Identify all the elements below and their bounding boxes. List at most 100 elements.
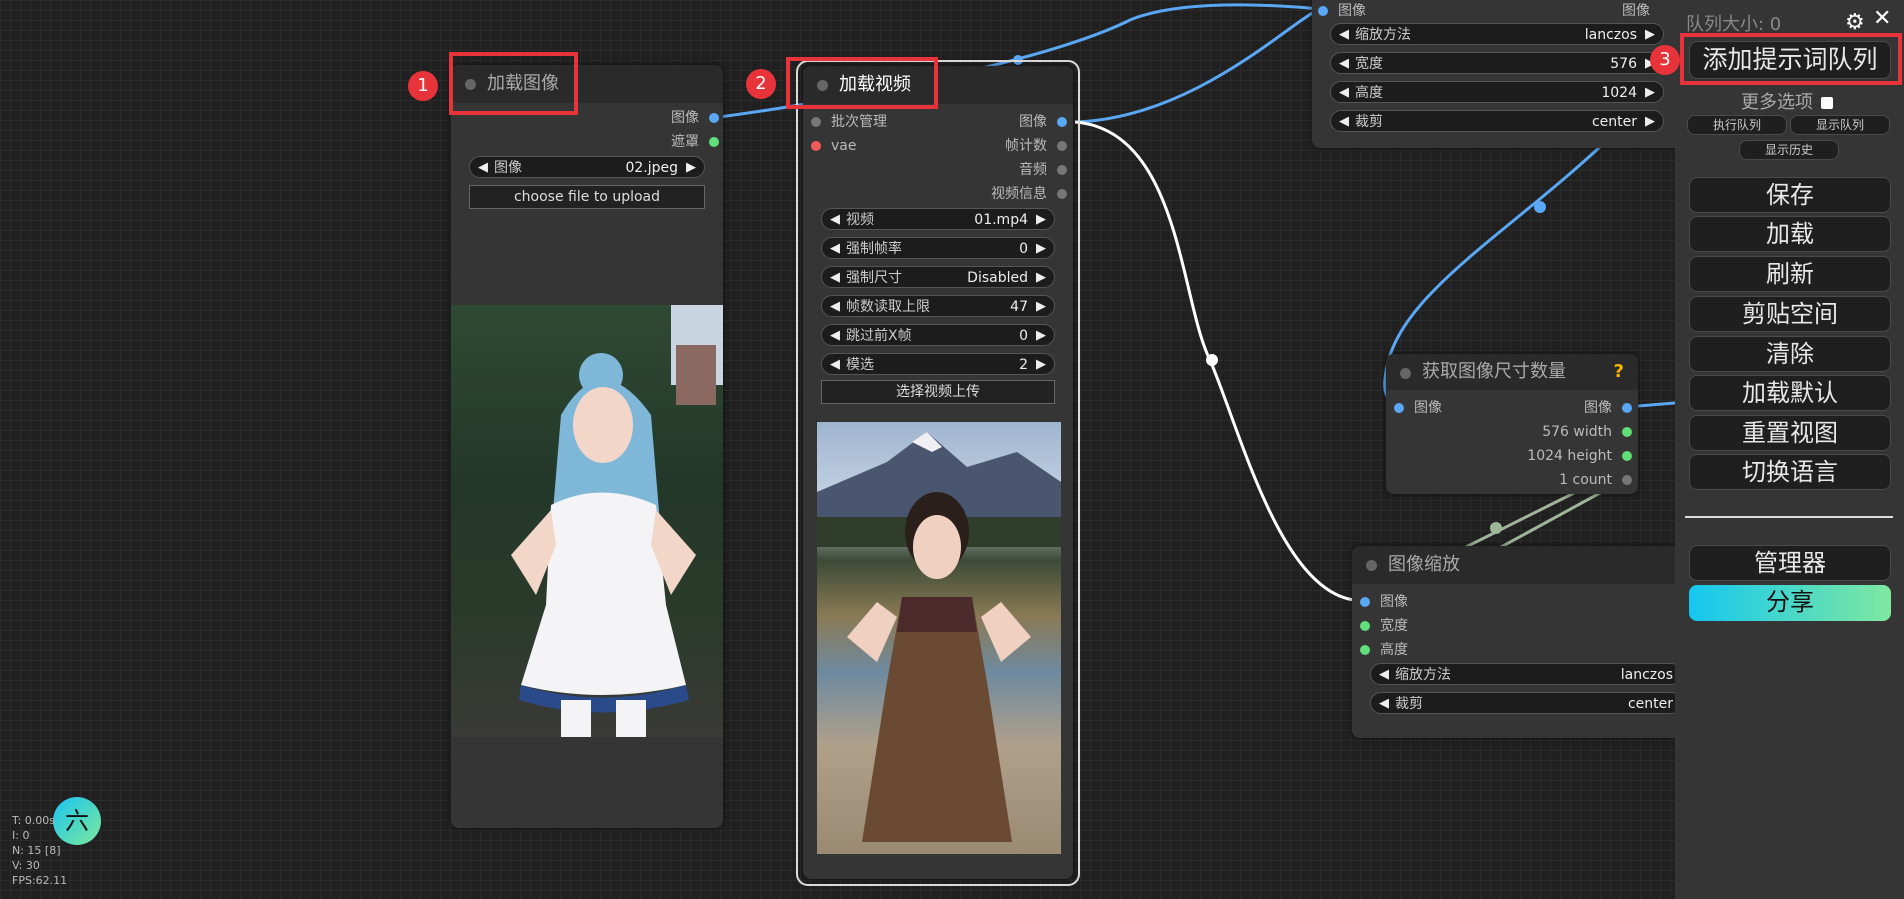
view-queue-button[interactable]: 显示队列: [1790, 115, 1890, 135]
logo-icon[interactable]: 六: [53, 797, 101, 845]
input-port-image[interactable]: 图像: [1394, 399, 1442, 417]
input-port-batch-manager[interactable]: 批次管理: [811, 113, 887, 131]
menu-divider: [1685, 516, 1893, 518]
image-scale-title[interactable]: 图像缩放: [1352, 546, 1682, 584]
output-port-video-info[interactable]: 视频信息: [991, 185, 1067, 203]
arrow-right-icon[interactable]: ▶: [1645, 24, 1655, 46]
stats-n: N: 15 [8]: [12, 844, 61, 857]
manager-button[interactable]: 管理器: [1689, 545, 1891, 581]
output-port-image[interactable]: 图像: [1019, 113, 1067, 131]
mountain-portrait-illustration: [817, 432, 1061, 842]
stats-fps: FPS:62.11: [12, 874, 68, 887]
close-icon[interactable]: ✕: [1873, 6, 1891, 31]
upload-image-button[interactable]: choose file to upload: [469, 185, 705, 209]
clear-button[interactable]: 清除: [1689, 336, 1891, 372]
upload-video-button[interactable]: 选择视频上传: [821, 380, 1055, 404]
load-image-node[interactable]: 加载图像 图像 遮罩 ◀ 图像 02.jpeg ▶ choose file to…: [451, 65, 723, 828]
get-image-size-node[interactable]: 获取图像尺寸数量 ? 图像 图像 576 width 1024 height 1…: [1386, 354, 1638, 494]
arrow-left-icon[interactable]: ◀: [1339, 53, 1349, 75]
select-nth-widget[interactable]: ◀ 模选 2 ▶: [821, 353, 1055, 375]
get-image-size-title[interactable]: 获取图像尺寸数量 ?: [1386, 354, 1638, 390]
step-badge-2: 2: [746, 69, 776, 99]
arrow-right-icon[interactable]: ▶: [1036, 325, 1046, 347]
arrow-right-icon[interactable]: ▶: [1036, 354, 1046, 376]
highlight-box-1: [449, 52, 578, 115]
help-icon[interactable]: ?: [1614, 354, 1624, 390]
frame-load-cap-widget[interactable]: ◀ 帧数读取上限 47 ▶: [821, 295, 1055, 317]
height-widget[interactable]: ◀ 高度 1024 ▶: [1330, 81, 1664, 103]
more-options-checkbox[interactable]: [1820, 97, 1833, 109]
image-select-widget[interactable]: ◀ 图像 02.jpeg ▶: [469, 156, 705, 178]
arrow-right-icon[interactable]: ▶: [1036, 209, 1046, 231]
step-badge-3: 3: [1650, 45, 1680, 75]
reset-view-button[interactable]: 重置视图: [1689, 415, 1891, 451]
force-rate-widget[interactable]: ◀ 强制帧率 0 ▶: [821, 237, 1055, 259]
portrait-illustration: [511, 305, 723, 737]
image-scale-title-text: 图像缩放: [1388, 554, 1460, 575]
stats-i: I: 0: [12, 829, 30, 842]
output-port-mask[interactable]: 遮罩: [671, 133, 719, 151]
node-status-dot: [1366, 560, 1377, 571]
arrow-left-icon[interactable]: ◀: [1379, 664, 1389, 686]
input-port-height[interactable]: 高度: [1360, 641, 1408, 659]
load-video-node[interactable]: 加载视频 批次管理 vae 图像 帧计数 音频 视频信息 ◀ 视频 01.mp4 ▶ …: [803, 66, 1073, 879]
output-port-image[interactable]: 图像: [671, 109, 719, 127]
crop-widget[interactable]: ◀ 裁剪 center: [1370, 692, 1682, 714]
gear-icon[interactable]: ⚙: [1845, 10, 1865, 35]
highlight-box-2: [786, 57, 938, 109]
share-button[interactable]: 分享: [1689, 585, 1891, 621]
arrow-left-icon[interactable]: ◀: [1379, 693, 1389, 715]
upscale-method-widget[interactable]: ◀ 缩放方法 lanczos: [1370, 663, 1682, 685]
arrow-right-icon[interactable]: ▶: [1645, 82, 1655, 104]
arrow-left-icon[interactable]: ◀: [478, 157, 488, 179]
stats-v: V: 30: [12, 859, 40, 872]
arrow-right-icon[interactable]: ▶: [1036, 238, 1046, 260]
arrow-left-icon[interactable]: ◀: [1339, 82, 1349, 104]
arrow-right-icon[interactable]: ▶: [1645, 111, 1655, 133]
arrow-left-icon[interactable]: ◀: [830, 209, 840, 231]
more-options-toggle[interactable]: 更多选项: [1741, 88, 1833, 114]
arrow-right-icon[interactable]: ▶: [686, 157, 696, 179]
output-port-audio[interactable]: 音频: [1019, 161, 1067, 179]
clipspace-button[interactable]: 剪贴空间: [1689, 296, 1891, 332]
video-preview: [817, 422, 1061, 854]
arrow-left-icon[interactable]: ◀: [830, 267, 840, 289]
arrow-left-icon[interactable]: ◀: [830, 354, 840, 376]
output-port-frame-count[interactable]: 帧计数: [1005, 137, 1067, 155]
save-button[interactable]: 保存: [1689, 177, 1891, 213]
arrow-right-icon[interactable]: ▶: [1036, 267, 1046, 289]
view-history-button[interactable]: 显示历史: [1739, 140, 1839, 160]
video-select-widget[interactable]: ◀ 视频 01.mp4 ▶: [821, 208, 1055, 230]
input-port-image[interactable]: 图像: [1360, 593, 1408, 611]
arrow-left-icon[interactable]: ◀: [1339, 24, 1349, 46]
image-preview: [451, 305, 723, 737]
image-resize-top-node[interactable]: 图像 图像 ◀缩放方法lanczos▶ ◀宽度576▶ ◀高度1024▶ ◀裁剪…: [1312, 0, 1682, 148]
upscale-method-widget[interactable]: ◀ 缩放方法 lanczos ▶: [1330, 23, 1664, 45]
arrow-left-icon[interactable]: ◀: [830, 296, 840, 318]
width-widget[interactable]: ◀宽度576▶: [1330, 52, 1664, 74]
input-port-vae[interactable]: vae: [811, 137, 856, 155]
load-default-button[interactable]: 加载默认: [1689, 375, 1891, 411]
get-image-size-title-text: 获取图像尺寸数量: [1422, 361, 1566, 382]
skip-first-frames-widget[interactable]: ◀ 跳过前X帧 0 ▶: [821, 324, 1055, 346]
refresh-button[interactable]: 刷新: [1689, 256, 1891, 292]
output-port-count[interactable]: 1 count: [1559, 471, 1632, 489]
input-port-width[interactable]: 宽度: [1360, 617, 1408, 635]
arrow-right-icon[interactable]: ▶: [1036, 296, 1046, 318]
arrow-left-icon[interactable]: ◀: [830, 238, 840, 260]
arrow-left-icon[interactable]: ◀: [830, 325, 840, 347]
output-port-image[interactable]: 图像: [1622, 2, 1670, 20]
execute-queue-button[interactable]: 执行队列: [1687, 115, 1787, 135]
step-badge-1: 1: [408, 71, 438, 101]
output-port-image[interactable]: 图像: [1584, 399, 1632, 417]
load-button[interactable]: 加载: [1689, 216, 1891, 252]
arrow-left-icon[interactable]: ◀: [1339, 111, 1349, 133]
crop-widget[interactable]: ◀ 裁剪 center ▶: [1330, 110, 1664, 132]
output-port-width[interactable]: 576 width: [1542, 423, 1632, 441]
highlight-box-3: [1680, 33, 1902, 85]
force-size-widget[interactable]: ◀ 强制尺寸 Disabled ▶: [821, 266, 1055, 288]
input-port-image[interactable]: 图像: [1318, 2, 1366, 20]
image-scale-node[interactable]: 图像缩放 图像 宽度 高度 ◀ 缩放方法 lanczos ◀ 裁剪 center: [1352, 546, 1682, 738]
switch-language-button[interactable]: 切换语言: [1689, 454, 1891, 490]
output-port-height[interactable]: 1024 height: [1527, 447, 1632, 465]
